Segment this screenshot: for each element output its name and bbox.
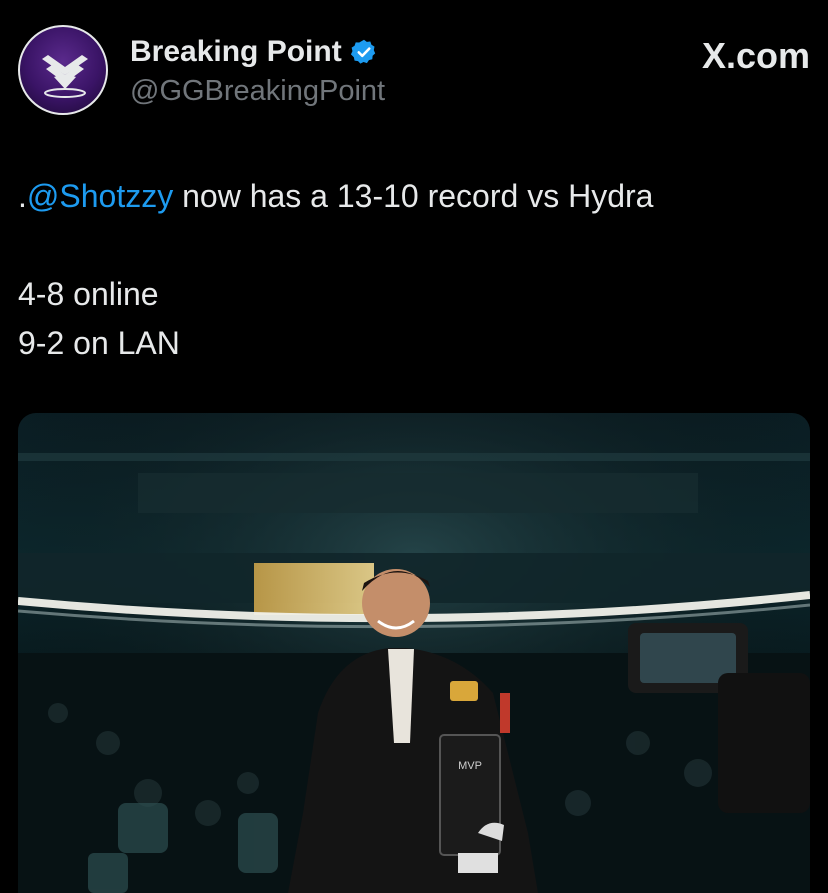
tweet-body: .@Shotzzy now has a 13-10 record vs Hydr… bbox=[18, 172, 808, 368]
tweet-line-2: 4-8 online bbox=[18, 276, 159, 312]
x-watermark: X.com bbox=[701, 35, 810, 76]
display-name[interactable]: Breaking Point bbox=[130, 35, 342, 69]
tweet-line-1-text: now has a 13-10 record vs Hydra bbox=[173, 178, 654, 214]
tweet-photo[interactable]: MVP bbox=[18, 413, 810, 893]
arena-photo: MVP bbox=[18, 413, 810, 893]
verified-badge-icon bbox=[350, 38, 378, 66]
tweet-header: Breaking Point @GGBreakingPoint X.com bbox=[18, 25, 810, 115]
account-info: Breaking Point @GGBreakingPoint bbox=[130, 35, 385, 108]
tweet-line-1: .@Shotzzy now has a 13-10 record vs Hydr… bbox=[18, 172, 808, 221]
breaking-point-logo-icon bbox=[42, 55, 88, 98]
line-spacer bbox=[18, 221, 808, 270]
tweet-line-3: 9-2 on LAN bbox=[18, 325, 180, 361]
account-handle[interactable]: @GGBreakingPoint bbox=[130, 75, 385, 108]
display-name-row[interactable]: Breaking Point bbox=[130, 35, 385, 69]
avatar[interactable] bbox=[18, 25, 108, 115]
tweet-prefix: . bbox=[18, 178, 27, 214]
trophy-label: MVP bbox=[458, 760, 482, 772]
mention-link[interactable]: @Shotzzy bbox=[27, 178, 173, 214]
